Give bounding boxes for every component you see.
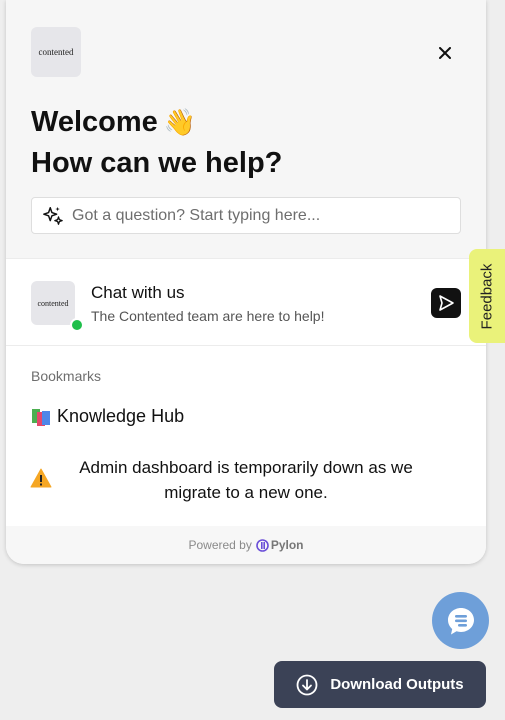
- divider: [6, 258, 486, 259]
- chat-launcher-button[interactable]: [432, 592, 489, 649]
- welcome-line-2: How can we help?: [31, 147, 283, 179]
- chat-company-logo: contented: [31, 281, 75, 325]
- help-widget-panel: contented Welcome👋 How can we help? cont…: [6, 0, 486, 564]
- download-outputs-label: Download Outputs: [330, 676, 464, 693]
- divider: [6, 345, 486, 346]
- chat-with-us-row[interactable]: contented Chat with us The Contented tea…: [6, 260, 486, 345]
- online-status-dot: [70, 318, 84, 332]
- close-button[interactable]: [434, 42, 456, 64]
- feedback-tab[interactable]: Feedback: [469, 249, 505, 343]
- bookmark-knowledge-hub[interactable]: Knowledge Hub: [31, 406, 184, 427]
- chat-bubble-icon: [447, 607, 474, 634]
- sparkle-icon: [43, 206, 63, 225]
- bookmarks-heading: Bookmarks: [31, 368, 102, 384]
- welcome-line-1: Welcome: [31, 106, 158, 138]
- powered-by-text: Powered by: [188, 538, 252, 552]
- company-logo-text: contented: [38, 47, 74, 57]
- warning-icon: [30, 468, 52, 488]
- widget-header: contented Welcome 👋 How can we help?: [6, 0, 486, 258]
- company-logo: contented: [31, 27, 81, 77]
- welcome-heading: Welcome 👋 How can we help?: [31, 102, 282, 184]
- pylon-logo-icon: [256, 538, 269, 552]
- feedback-label: Feedback: [478, 263, 496, 329]
- send-message-button[interactable]: [431, 288, 461, 318]
- download-circle-icon: [296, 674, 318, 696]
- search-box[interactable]: [31, 197, 461, 234]
- pylon-brand-name: Pylon: [270, 538, 304, 552]
- chat-subtitle: The Contented team are here to help!: [91, 308, 325, 324]
- bookmark-label: Knowledge Hub: [57, 406, 185, 426]
- wave-emoji-icon: 👋: [163, 107, 197, 137]
- chat-logo-text: contented: [37, 298, 69, 308]
- download-outputs-button[interactable]: Download Outputs: [274, 661, 486, 708]
- chat-title: Chat with us: [91, 283, 185, 302]
- powered-by-footer: Powered by Pylon: [6, 526, 486, 564]
- books-icon: [32, 408, 50, 426]
- close-icon: [439, 47, 451, 59]
- search-input[interactable]: [70, 205, 460, 226]
- send-icon: [439, 295, 454, 311]
- announcement-text: Admin dashboard is temporarily down as w…: [79, 458, 413, 502]
